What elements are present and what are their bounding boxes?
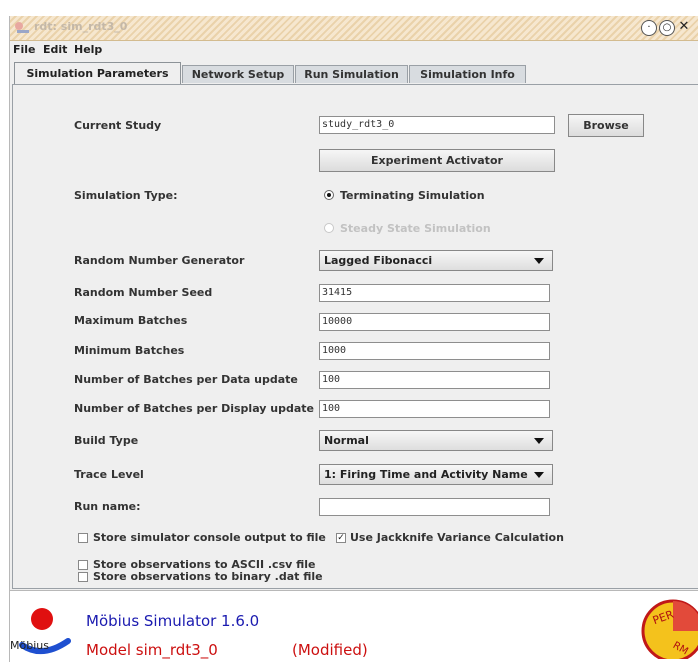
tab-network-setup[interactable]: Network Setup	[182, 65, 294, 83]
steady-state-label: Steady State Simulation	[340, 222, 491, 235]
experiment-activator-button[interactable]: Experiment Activator	[319, 149, 555, 172]
chevron-down-icon	[534, 258, 544, 264]
batches-display-field[interactable]: 100	[319, 400, 550, 418]
tab-simulation-parameters[interactable]: Simulation Parameters	[14, 62, 181, 85]
steady-state-radio[interactable]	[324, 223, 334, 233]
current-study-label: Current Study	[74, 119, 162, 132]
min-batches-field[interactable]: 1000	[319, 342, 550, 360]
run-name-field[interactable]	[319, 498, 550, 516]
batches-display-label: Number of Batches per Display update	[74, 402, 315, 415]
binary-dat-checkbox[interactable]	[78, 572, 88, 582]
trace-level-select[interactable]: 1: Firing Time and Activity Name	[319, 464, 553, 485]
jackknife-label: Use Jackknife Variance Calculation	[350, 531, 564, 544]
mobius-logo-text: Möbius	[10, 639, 49, 652]
modified-status: (Modified)	[292, 641, 368, 659]
chevron-down-icon	[534, 472, 544, 478]
model-name: Model sim_rdt3_0	[86, 641, 218, 659]
chevron-down-icon	[534, 438, 544, 444]
trace-level-label: Trace Level	[74, 468, 144, 481]
rng-label: Random Number Generator	[74, 254, 245, 267]
tab-simulation-info[interactable]: Simulation Info	[409, 65, 526, 83]
simulation-parameters-panel: Current Study study_rdt3_0 Browse Experi…	[12, 84, 698, 589]
seed-field[interactable]: 31415	[319, 284, 550, 302]
max-batches-label: Maximum Batches	[74, 314, 188, 327]
jackknife-checkbox[interactable]: ✓	[336, 533, 346, 543]
min-batches-label: Minimum Batches	[74, 344, 185, 357]
simulation-type-label: Simulation Type:	[74, 189, 178, 202]
terminating-radio[interactable]	[324, 190, 334, 200]
console-output-checkbox[interactable]	[78, 533, 88, 543]
batches-data-field[interactable]: 100	[319, 371, 550, 389]
terminating-label: Terminating Simulation	[340, 189, 485, 202]
menu-file[interactable]: File	[13, 43, 36, 56]
menu-bar: File Edit Help	[10, 41, 698, 59]
batches-data-label: Number of Batches per Data update	[74, 373, 298, 386]
ascii-csv-checkbox[interactable]	[78, 560, 88, 570]
app-window: rdt: sim_rdt3_0 · ○ ✕ File Edit Help Sim…	[9, 16, 698, 663]
seed-label: Random Number Seed	[74, 286, 213, 299]
current-study-field[interactable]: study_rdt3_0	[319, 116, 555, 134]
mobius-app-icon	[15, 22, 29, 33]
run-name-label: Run name:	[74, 500, 141, 513]
console-output-label: Store simulator console output to file	[93, 531, 326, 544]
maximize-icon[interactable]: ○	[659, 20, 675, 36]
close-icon[interactable]: ✕	[677, 20, 691, 34]
browse-button[interactable]: Browse	[568, 114, 644, 137]
tab-run-simulation[interactable]: Run Simulation	[295, 65, 408, 83]
rng-value: Lagged Fibonacci	[324, 254, 433, 267]
simulator-version: Möbius Simulator 1.6.0	[86, 612, 260, 630]
binary-dat-label: Store observations to binary .dat file	[93, 570, 323, 583]
menu-edit[interactable]: Edit	[43, 43, 67, 56]
build-type-select[interactable]: Normal	[319, 430, 553, 451]
build-type-label: Build Type	[74, 434, 139, 447]
perform-logo-icon: PER RM	[641, 599, 698, 659]
window-title: rdt: sim_rdt3_0	[34, 20, 128, 33]
build-type-value: Normal	[324, 434, 369, 447]
status-footer: Möbius Möbius Simulator 1.6.0 Model sim_…	[10, 590, 698, 663]
title-bar[interactable]: rdt: sim_rdt3_0 · ○ ✕	[10, 16, 698, 41]
max-batches-field[interactable]: 10000	[319, 313, 550, 331]
trace-level-value: 1: Firing Time and Activity Name	[324, 468, 528, 481]
tab-strip: Simulation Parameters Network Setup Run …	[10, 62, 698, 85]
rng-select[interactable]: Lagged Fibonacci	[319, 250, 553, 271]
minimize-icon[interactable]: ·	[641, 20, 657, 36]
menu-help[interactable]: Help	[74, 43, 102, 56]
